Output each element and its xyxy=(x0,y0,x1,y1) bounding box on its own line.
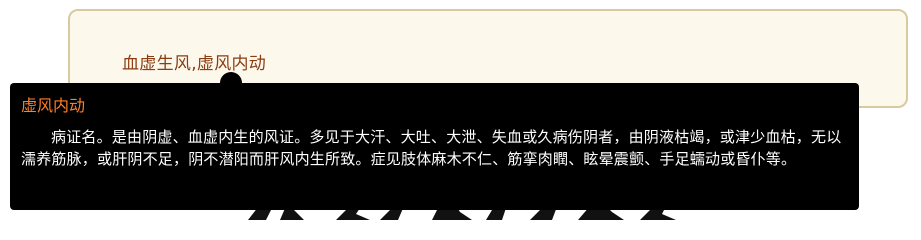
definition-tooltip: 虚风内动 病证名。是由阴虚、血虚内生的风证。多见于大汗、大吐、大泄、失血或久病伤… xyxy=(10,83,859,210)
tooltip-title: 虚风内动 xyxy=(21,96,86,115)
term-link[interactable]: 血虚生风,虚风内动 xyxy=(122,49,266,74)
tooltip-body: 病证名。是由阴虚、血虚内生的风证。多见于大汗、大吐、大泄、失血或久病伤阴者，由阴… xyxy=(21,128,842,168)
